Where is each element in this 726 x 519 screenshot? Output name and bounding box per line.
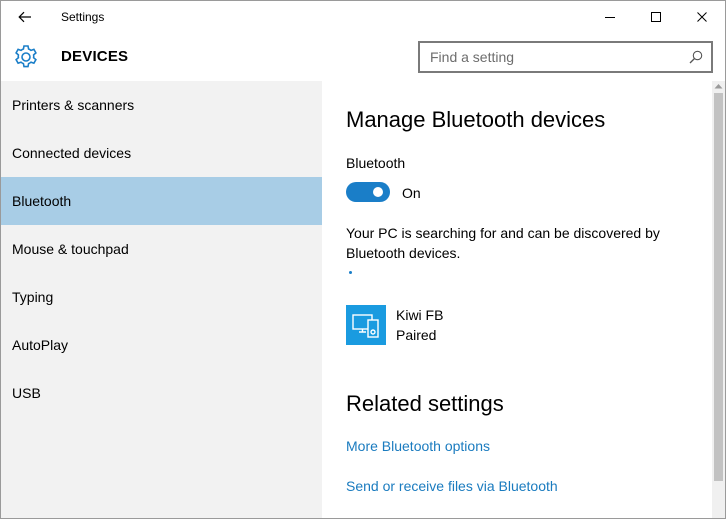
sidebar-item-autoplay[interactable]: AutoPlay	[1, 321, 322, 369]
minimize-icon	[605, 17, 615, 18]
device-status: Paired	[396, 327, 437, 343]
settings-header: DEVICES	[1, 33, 725, 81]
sidebar: Printers & scanners Connected devices Bl…	[1, 81, 322, 518]
minimize-button[interactable]	[587, 1, 633, 33]
device-name: Kiwi FB	[396, 307, 444, 323]
main-content: Manage Bluetooth devices Bluetooth On Yo…	[322, 81, 712, 518]
sidebar-item-printers-scanners[interactable]: Printers & scanners	[1, 81, 322, 129]
discovery-description: Your PC is searching for and can be disc…	[346, 225, 660, 261]
search-input[interactable]	[420, 43, 680, 71]
bluetooth-toggle[interactable]	[346, 182, 390, 202]
devices-icon	[346, 305, 386, 345]
section-heading: Manage Bluetooth devices	[346, 107, 606, 132]
maximize-icon	[651, 12, 661, 22]
search-icon[interactable]	[689, 50, 703, 64]
sidebar-item-mouse-touchpad[interactable]: Mouse & touchpad	[1, 225, 322, 273]
more-bluetooth-options-link[interactable]: More Bluetooth options	[346, 438, 490, 454]
device-item-kiwi-fb[interactable]: Kiwi FB Paired	[346, 305, 686, 345]
back-arrow-icon	[18, 11, 31, 23]
toggle-state-label: On	[402, 185, 421, 201]
scrollbar-thumb[interactable]	[714, 93, 723, 481]
back-button[interactable]	[9, 1, 41, 33]
close-icon	[697, 12, 707, 22]
settings-window: Settings DEVICES Find a setting Printers…	[0, 0, 726, 519]
search-box[interactable]	[418, 41, 713, 73]
searching-progress-dot	[349, 271, 352, 274]
page-title: DEVICES	[61, 48, 129, 65]
vertical-scrollbar[interactable]	[712, 81, 725, 518]
window-title: Settings	[61, 10, 105, 24]
toggle-knob	[373, 187, 383, 197]
sidebar-item-bluetooth[interactable]: Bluetooth	[1, 177, 322, 225]
sidebar-item-connected-devices[interactable]: Connected devices	[1, 129, 322, 177]
maximize-button[interactable]	[633, 1, 679, 33]
related-settings-heading: Related settings	[346, 391, 504, 416]
sidebar-item-usb[interactable]: USB	[1, 369, 322, 417]
sidebar-item-typing[interactable]: Typing	[1, 273, 322, 321]
send-receive-files-link[interactable]: Send or receive files via Bluetooth	[346, 478, 558, 494]
close-button[interactable]	[679, 1, 725, 33]
bluetooth-label: Bluetooth	[346, 155, 406, 171]
title-bar: Settings	[1, 1, 725, 33]
gear-icon	[15, 45, 37, 68]
scroll-up-arrow-icon[interactable]	[714, 83, 723, 89]
